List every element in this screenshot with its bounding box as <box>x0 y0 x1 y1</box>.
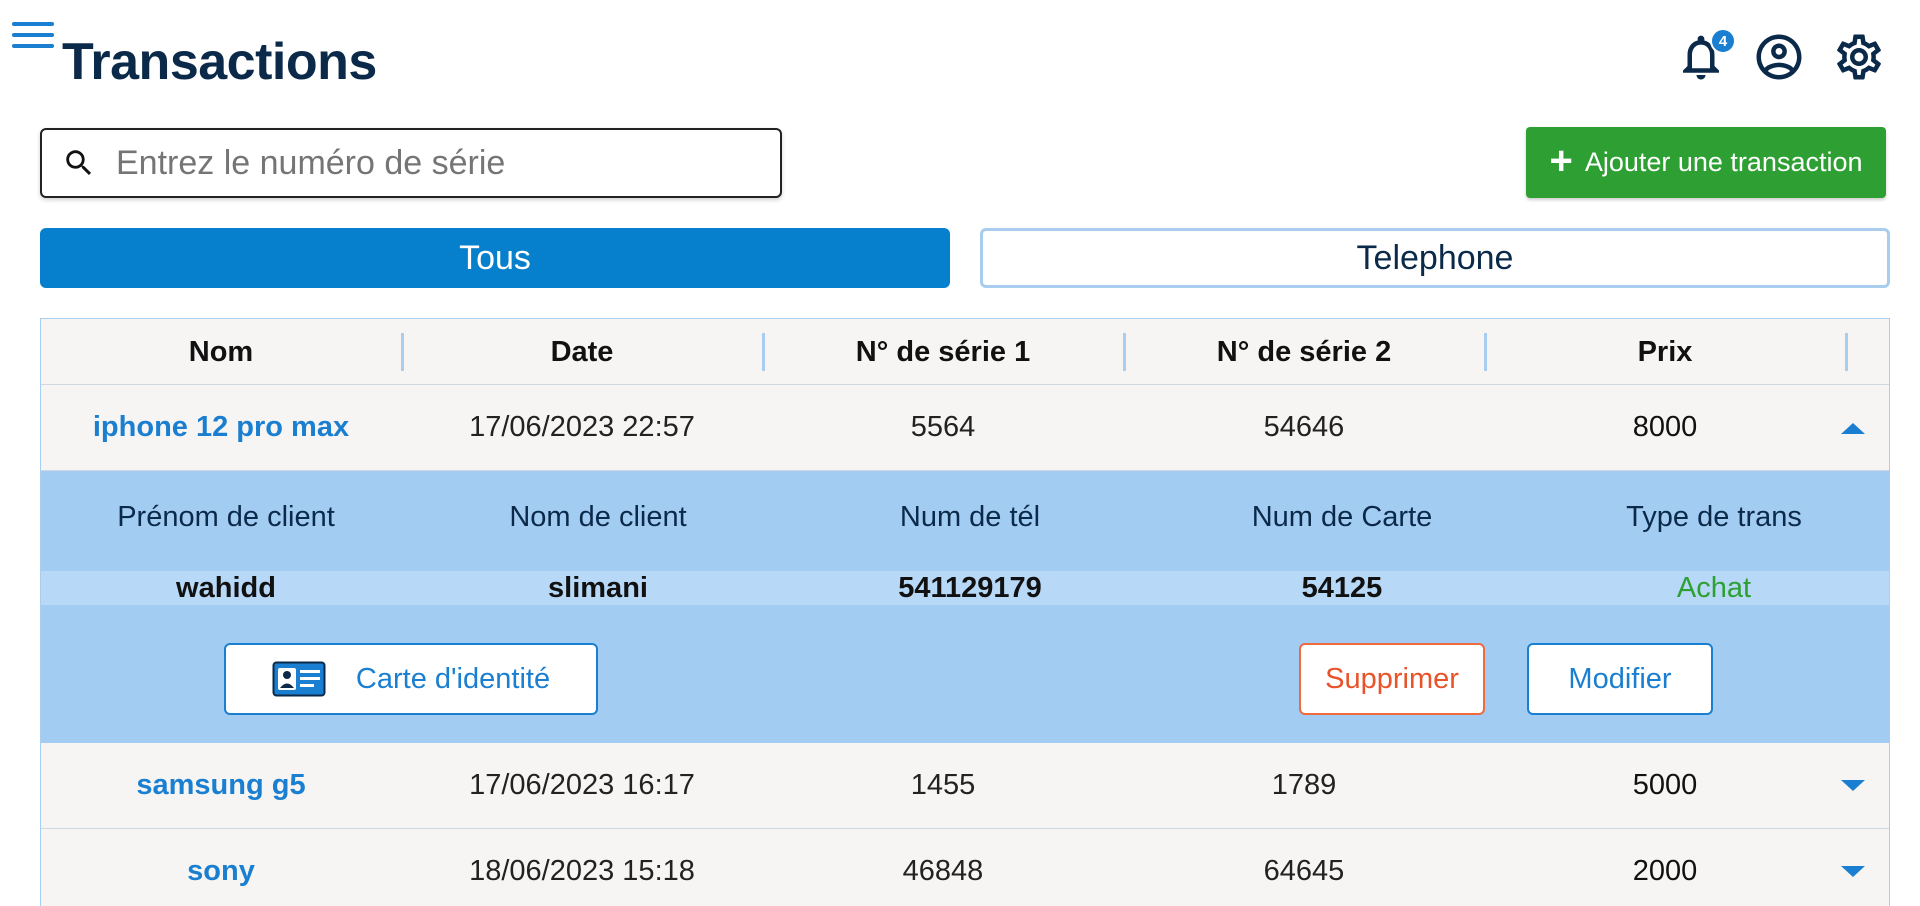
row-serial2: 54646 <box>1263 411 1345 443</box>
detail-label-first-name: Prénom de client <box>117 501 335 533</box>
filter-tab-telephone[interactable]: Telephone <box>980 228 1890 288</box>
detail-label-phone: Num de tél <box>899 501 1041 533</box>
id-card-label: Carte d'identité <box>355 662 551 695</box>
id-card-button[interactable]: Carte d'identité <box>224 643 598 715</box>
row-serial1: 1455 <box>910 769 976 801</box>
table-header: Nom Date N° de série 1 N° de série 2 Pri… <box>41 319 1889 385</box>
row-serial2: 1789 <box>1271 769 1337 801</box>
row-name[interactable]: iphone 12 pro max <box>41 385 401 470</box>
filter-tab-all[interactable]: Tous <box>40 228 950 288</box>
column-header-price[interactable]: Prix <box>1485 319 1845 385</box>
row-serial1: 5564 <box>910 411 976 443</box>
row-date: 17/06/2023 22:57 <box>469 411 695 443</box>
detail-values-row: wahidd slimani 541129179 54125 Achat <box>41 571 1889 605</box>
add-transaction-label: Ajouter une transaction <box>1584 147 1863 177</box>
row-serial1: 46848 <box>902 855 984 887</box>
column-header-date[interactable]: Date <box>402 319 762 385</box>
chevron-down-icon[interactable] <box>1833 743 1873 828</box>
gear-icon[interactable] <box>1832 30 1886 84</box>
edit-button[interactable]: Modifier <box>1527 643 1713 715</box>
detail-type: Achat <box>1676 572 1752 604</box>
table-row[interactable]: sony 18/06/2023 15:18 46848 64645 2000 <box>41 829 1889 906</box>
detail-last-name: slimani <box>548 572 648 604</box>
row-date: 17/06/2023 16:17 <box>469 769 695 801</box>
page-title: Transactions <box>62 33 377 91</box>
account-circle-icon[interactable] <box>1752 30 1806 84</box>
column-header-name[interactable]: Nom <box>41 319 401 385</box>
column-header-serial1[interactable]: N° de série 1 <box>763 319 1123 385</box>
detail-label-type: Type de trans <box>1626 501 1802 533</box>
row-detail-panel: Prénom de client Nom de client Num de té… <box>41 471 1889 743</box>
plus-icon: + <box>1549 138 1573 183</box>
detail-phone: 541129179 <box>898 572 1042 604</box>
search-icon <box>66 150 92 176</box>
detail-label-last-name: Nom de client <box>509 501 687 533</box>
detail-first-name: wahidd <box>176 572 276 604</box>
notification-badge: 4 <box>1710 28 1736 54</box>
row-price: 2000 <box>1632 855 1698 887</box>
column-separator[interactable] <box>1845 333 1848 371</box>
search-input[interactable] <box>116 143 756 183</box>
row-date: 18/06/2023 15:18 <box>469 855 695 887</box>
table-row[interactable]: samsung g5 17/06/2023 16:17 1455 1789 50… <box>41 743 1889 829</box>
chevron-up-icon[interactable] <box>1833 385 1873 470</box>
id-card-icon <box>272 661 326 697</box>
delete-button[interactable]: Supprimer <box>1299 643 1485 715</box>
column-header-serial2[interactable]: N° de série 2 <box>1124 319 1484 385</box>
row-name[interactable]: sony <box>41 829 401 906</box>
detail-label-card: Num de Carte <box>1251 501 1433 533</box>
table-row[interactable]: iphone 12 pro max 17/06/2023 22:57 5564 … <box>41 385 1889 471</box>
chevron-down-icon[interactable] <box>1833 829 1873 906</box>
search-box <box>40 128 782 198</box>
transactions-table: Nom Date N° de série 1 N° de série 2 Pri… <box>40 318 1890 906</box>
menu-icon[interactable] <box>12 22 54 54</box>
detail-card: 54125 <box>1301 572 1383 604</box>
row-price: 8000 <box>1632 411 1698 443</box>
row-name[interactable]: samsung g5 <box>41 743 401 828</box>
add-transaction-button[interactable]: + Ajouter une transaction <box>1526 127 1886 198</box>
row-price: 5000 <box>1632 769 1698 801</box>
row-serial2: 64645 <box>1263 855 1345 887</box>
